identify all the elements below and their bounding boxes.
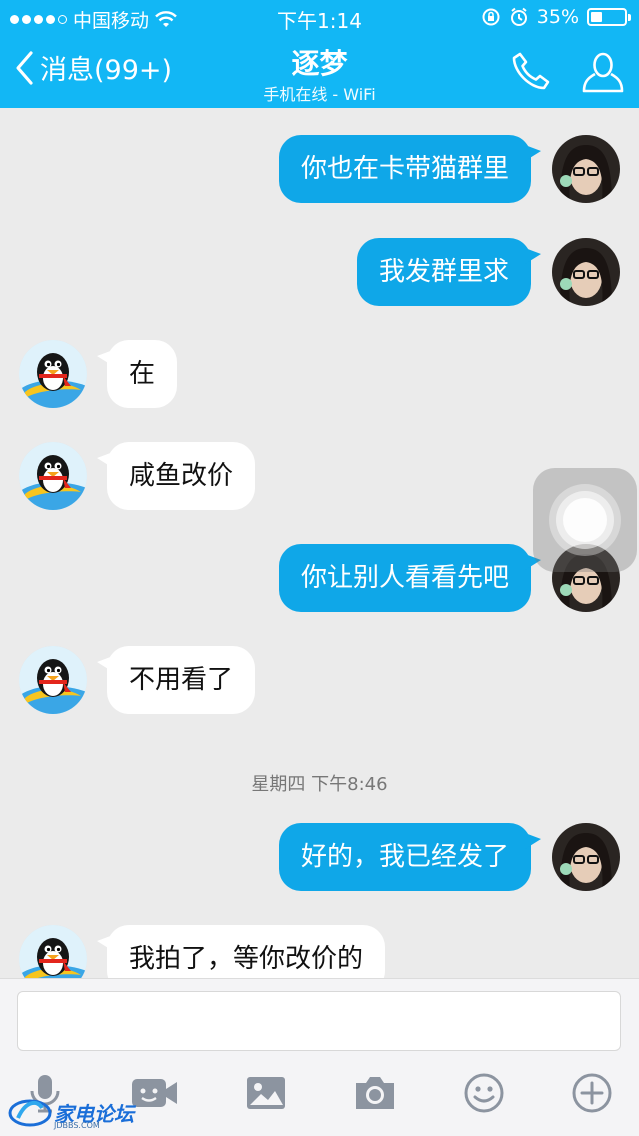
- contact-avatar[interactable]: [19, 646, 87, 714]
- my-avatar[interactable]: [552, 135, 620, 203]
- forum-logo-icon: [8, 1099, 52, 1127]
- alarm-icon: [510, 7, 527, 26]
- outgoing-message-bubble[interactable]: 我发群里求: [356, 238, 542, 306]
- contact-avatar[interactable]: [19, 925, 87, 978]
- camera-button[interactable]: [352, 1071, 398, 1115]
- camera-icon: [356, 1077, 394, 1109]
- incoming-message-bubble[interactable]: 不用看了: [96, 646, 256, 714]
- profile-button[interactable]: [580, 50, 626, 98]
- site-watermark: 家电论坛 JDBBS.COM: [8, 1094, 138, 1132]
- girl-avatar-icon: [552, 238, 620, 306]
- user-icon: [582, 52, 624, 93]
- watermark-subtext: JDBBS.COM: [54, 1121, 100, 1130]
- incoming-message-bubble[interactable]: 我拍了，等你改价的: [96, 925, 386, 978]
- plus-icon: [572, 1073, 612, 1113]
- message-timestamp: 星期四 下午8:46: [251, 774, 388, 795]
- rotation-lock-icon: [482, 8, 500, 26]
- image-icon: [247, 1077, 285, 1109]
- contact-avatar[interactable]: [19, 340, 87, 408]
- emoji-button[interactable]: [462, 1071, 506, 1115]
- more-options-button[interactable]: [570, 1071, 614, 1115]
- girl-avatar-icon: [552, 823, 620, 891]
- photo-button[interactable]: [244, 1071, 288, 1115]
- call-button[interactable]: [510, 50, 552, 96]
- my-avatar[interactable]: [552, 823, 620, 891]
- outgoing-message-bubble[interactable]: 你也在卡带猫群里: [278, 135, 542, 203]
- penguin-avatar-icon: [19, 442, 87, 510]
- battery-icon: [587, 8, 631, 26]
- penguin-avatar-icon: [19, 340, 87, 408]
- message-input[interactable]: [17, 991, 621, 1051]
- status-bar: 中国移动 下午1:14 35%: [0, 0, 639, 36]
- phone-icon: [512, 52, 550, 90]
- outgoing-message-bubble[interactable]: 好的，我已经发了: [278, 823, 542, 891]
- incoming-message-bubble[interactable]: 在: [96, 340, 178, 408]
- girl-avatar-icon: [552, 135, 620, 203]
- contact-avatar[interactable]: [19, 442, 87, 510]
- incoming-message-bubble[interactable]: 咸鱼改价: [96, 442, 256, 510]
- outgoing-message-bubble[interactable]: 你让别人看看先吧: [278, 544, 542, 612]
- penguin-avatar-icon: [19, 646, 87, 714]
- chat-header: 中国移动 下午1:14 35% 消息(99+) 逐梦 手机在线 - WiFi: [0, 0, 639, 108]
- status-right: 35%: [481, 6, 631, 28]
- assistive-touch-button[interactable]: [533, 468, 637, 572]
- my-avatar[interactable]: [552, 238, 620, 306]
- emoji-icon: [464, 1073, 504, 1113]
- battery-percentage: 35%: [536, 6, 579, 28]
- penguin-avatar-icon: [19, 925, 87, 978]
